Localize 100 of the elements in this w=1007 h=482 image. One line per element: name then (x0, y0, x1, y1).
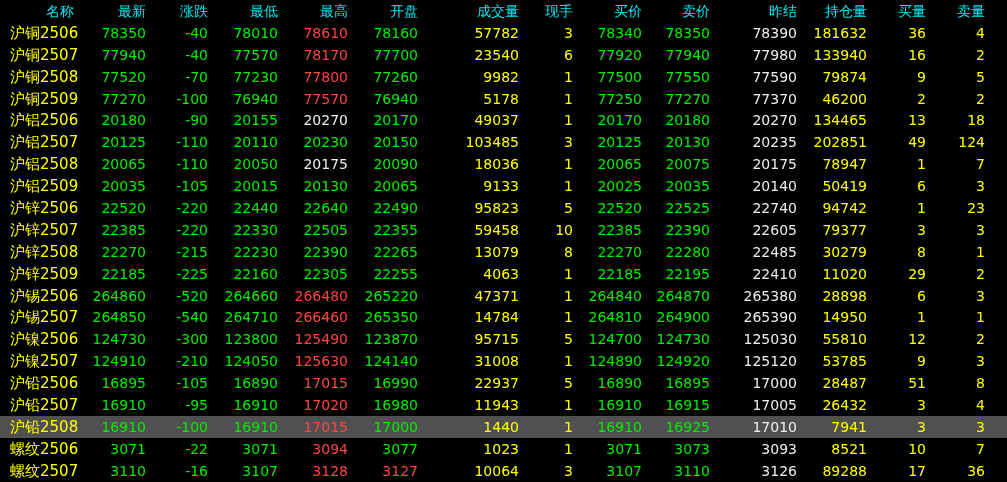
table-cell-text: 20270 (302, 111, 348, 130)
table-cell-text: 8 (916, 242, 926, 261)
contract-name: 沪铅2508 (9, 417, 76, 436)
table-cell-text: 49 (907, 133, 926, 152)
column-header[interactable]: 涨跌 (146, 1, 208, 20)
table-cell-text: 78170 (302, 45, 348, 64)
table-row[interactable]: 沪铝2507 20125 -110 20110 20230 20150 103485 3 20125 20130 20235 202851 49 124 (0, 131, 1007, 154)
table-cell-text: 1 (975, 242, 985, 261)
table-cell-text: 77590 (751, 67, 797, 86)
column-header[interactable]: 开盘 (348, 1, 418, 20)
table-row[interactable]: 沪铝2509 20035 -105 20015 20130 20065 9133 1 20025 20035 20140 50419 6 3 (0, 175, 1007, 197)
table-cell-text: 1 (563, 177, 573, 196)
table-cell-text: 16980 (372, 395, 418, 414)
table-cell-text: 20065 (372, 177, 418, 196)
table-cell-text: 22185 (596, 264, 642, 283)
table-cell-text: 14784 (473, 308, 519, 327)
column-header[interactable]: 持仓量 (797, 1, 867, 20)
table-cell-text: 22160 (232, 264, 278, 283)
column-header[interactable]: 名称 (0, 1, 76, 20)
table-row[interactable]: 沪锡2506 264860 -520 264660 266480 265220 47371 1 264840 264870 265380 28898 6 3 (0, 284, 1007, 307)
table-cell-text: 3 (916, 417, 926, 436)
table-cell-text: 20270 (751, 111, 797, 130)
table-cell-text: 264710 (223, 308, 278, 327)
table-cell-text: 124700 (587, 330, 642, 349)
table-cell-text: 266460 (293, 308, 348, 327)
table-row[interactable]: 螺纹2506 3071 -22 3071 3094 3077 1023 1 3071 3073 3093 8521 10 7 (0, 437, 1007, 460)
column-header[interactable]: 成交量 (418, 1, 519, 20)
table-row[interactable]: 沪锌2509 22185 -225 22160 22305 22255 4063 1 22185 22195 22410 11020 29 2 (0, 262, 1007, 285)
table-cell-text: 264860 (91, 286, 146, 305)
contract-name: 沪铝2509 (9, 177, 76, 196)
table-row[interactable]: 沪铜2506 78350 -40 78010 78610 78160 57782 3 78340 78350 78390 181632 36 4 (0, 21, 1007, 44)
table-cell-text: 20125 (596, 133, 642, 152)
table-cell-text: 10 (907, 439, 926, 458)
table-cell-text: 22195 (664, 264, 710, 283)
table-row[interactable]: 沪铜2509 77270 -100 76940 77570 76940 5178 1 77250 77270 77370 46200 2 2 (0, 87, 1007, 110)
table-cell-text: 7 (975, 155, 985, 174)
table-row[interactable]: 沪锌2508 22270 -215 22230 22390 22265 13079 8 22270 22280 22485 30279 8 1 (0, 240, 1007, 263)
column-header[interactable]: 买量 (867, 1, 926, 20)
table-row[interactable]: 沪铅2506 16895 -105 16890 17015 16990 22937 5 16890 16895 17000 28487 51 8 (0, 372, 1007, 395)
table-cell-text: 1 (563, 439, 573, 458)
table-cell-text: 124730 (655, 330, 710, 349)
contract-name: 沪铝2508 (9, 155, 76, 174)
table-cell-text: 22520 (596, 198, 642, 217)
table-cell-text: 77270 (100, 89, 146, 108)
table-cell-text: 1 (975, 308, 985, 327)
table-row[interactable]: 沪镍2507 124910 -210 124050 125630 124140 31008 1 124890 124920 125120 53785 9 3 (0, 350, 1007, 373)
contract-name: 螺纹2506 (9, 439, 76, 458)
table-row[interactable]: 沪锌2506 22520 -220 22440 22640 22490 95823 5 22520 22525 22740 94742 1 23 (0, 197, 1007, 219)
table-row[interactable]: 沪铜2508 77520 -70 77230 77800 77260 9982 1 77500 77550 77590 79874 9 5 (0, 65, 1007, 88)
table-cell-text: 20075 (664, 155, 710, 174)
table-cell-text: -22 (184, 439, 208, 458)
column-header[interactable]: 最新 (76, 1, 146, 20)
table-cell-text: 79377 (821, 220, 867, 239)
table-cell-text: 13 (907, 111, 926, 130)
contract-name: 沪锡2507 (9, 308, 76, 327)
table-row[interactable]: 沪铅2508 16910 -100 16910 17015 17000 1440 1 16910 16925 17010 7941 3 3 (0, 415, 1007, 438)
contract-name: 沪锌2506 (9, 198, 76, 217)
table-row[interactable]: 沪锌2507 22385 -220 22330 22505 22355 59458 10 22385 22390 22605 79377 3 3 (0, 218, 1007, 241)
table-row[interactable]: 螺纹2507 3110 -16 3107 3128 3127 10064 3 3107 3110 3126 89288 17 36 (0, 459, 1007, 482)
table-row[interactable]: 沪铅2507 16910 -95 16910 17020 16980 11943 1 16910 16915 17005 26432 3 4 (0, 394, 1007, 416)
table-cell-text: 20175 (751, 155, 797, 174)
table-cell-text: 78390 (751, 23, 797, 42)
column-header[interactable]: 卖价 (642, 1, 710, 20)
table-cell-text: 3094 (311, 439, 348, 458)
table-cell-text: 5 (563, 198, 573, 217)
table-cell-text: 95715 (473, 330, 519, 349)
table-cell-text: 12 (907, 330, 926, 349)
table-row[interactable]: 沪镍2506 124730 -300 123800 125490 123870 95715 5 124700 124730 125030 55810 12 2 (0, 328, 1007, 351)
table-cell-text: 14950 (821, 308, 867, 327)
table-cell-text: 265220 (363, 286, 418, 305)
table-cell-text: 3 (975, 352, 985, 371)
table-cell-text: 78947 (821, 155, 867, 174)
table-row[interactable]: 沪铝2506 20180 -90 20155 20270 20170 49037 1 20170 20180 20270 134465 13 18 (0, 109, 1007, 132)
table-cell-text: 46200 (821, 89, 867, 108)
table-cell-text: 95823 (473, 198, 519, 217)
table-cell-text: 22390 (664, 220, 710, 239)
column-header[interactable]: 卖量 (926, 1, 985, 20)
table-cell-text: 22390 (302, 242, 348, 261)
table-cell-text: 77940 (664, 45, 710, 64)
column-header[interactable]: 最低 (208, 1, 278, 20)
table-cell-text: 31008 (473, 352, 519, 371)
table-cell-text: 3 (975, 417, 985, 436)
table-cell-text: 1 (563, 264, 573, 283)
table-row[interactable]: 沪铜2507 77940 -40 77570 78170 77700 23540 6 77920 77940 77980 133940 16 2 (0, 43, 1007, 66)
table-cell-text: -220 (175, 220, 208, 239)
contract-name: 沪铝2506 (9, 111, 76, 130)
column-header[interactable]: 现手 (519, 1, 573, 20)
table-cell-text: 1 (916, 198, 926, 217)
table-row[interactable]: 沪铝2508 20065 -110 20050 20175 20090 18036 1 20065 20075 20175 78947 1 7 (0, 153, 1007, 176)
table-cell-text: 103485 (464, 133, 519, 152)
table-row[interactable]: 沪锡2507 264850 -540 264710 266460 265350 14784 1 264810 264900 265390 14950 1 1 (0, 306, 1007, 329)
table-cell-text: 23 (966, 198, 985, 217)
column-header[interactable]: 昨结 (710, 1, 797, 20)
column-header[interactable]: 买价 (573, 1, 642, 20)
table-cell-text: 77500 (596, 67, 642, 86)
table-cell-text: 16990 (372, 374, 418, 393)
table-cell-text: 22410 (751, 264, 797, 283)
table-cell-text: 78350 (100, 23, 146, 42)
table-cell-text: 20150 (372, 133, 418, 152)
column-header[interactable]: 最高 (278, 1, 348, 20)
